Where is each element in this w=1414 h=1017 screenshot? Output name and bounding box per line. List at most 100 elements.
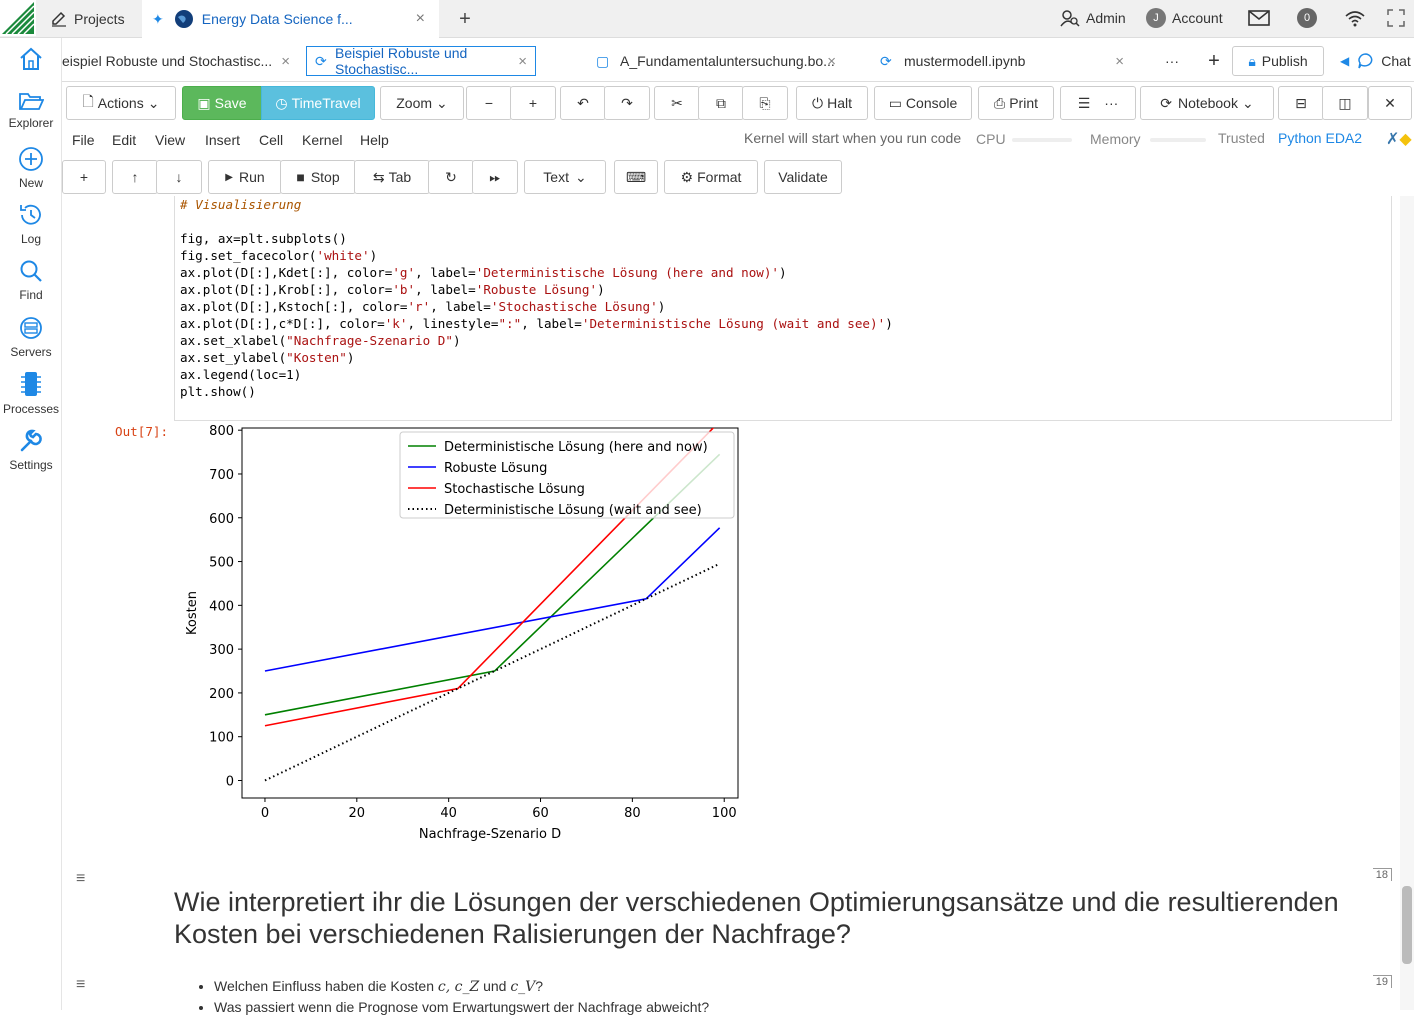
menu-file[interactable]: File [72,132,95,148]
sidebar-label-find: Find [19,288,43,302]
edit-icon [52,11,66,27]
code-comment: # Visualisierung [180,197,302,212]
split-vertical-button[interactable]: ◫ [1322,86,1368,120]
file-tab-3[interactable]: ▢ A_Fundamentaluntersuchung.bo... × [592,46,844,76]
menu-kernel[interactable]: Kernel [302,132,342,148]
more-tabs-button[interactable]: ··· [1162,46,1182,76]
file-tab-1[interactable]: eispiel Robuste und Stochastisc... × [62,46,298,76]
keyboard-icon: ⌨ [625,168,647,185]
sidebar-item-processes[interactable]: Processes [0,370,62,416]
menu-view[interactable]: View [155,132,185,148]
trusted-status[interactable]: Trusted [1218,130,1265,146]
cell-type-dropdown[interactable]: Text ⌄ [524,160,606,194]
legend-label: Stochastische Lösung [444,482,585,497]
zoom-in-button[interactable]: + [510,86,556,120]
save-button[interactable]: ▣ Save [182,86,262,120]
more-toolbar-button[interactable]: ☰ ··· [1060,86,1136,120]
tab-label: Tab [388,169,412,185]
scrollbar[interactable] [1400,196,1414,1010]
move-up-button[interactable]: ↑ [112,160,158,194]
y-tick-label: 800 [209,424,234,439]
admin-label: Admin [1086,10,1126,26]
menu-edit[interactable]: Edit [112,132,136,148]
jupyter-icon: ⟳ [880,52,892,69]
menu-insert[interactable]: Insert [205,132,240,148]
x-tick-label: 40 [440,806,457,821]
split-horizontal-button[interactable]: ⊟ [1278,86,1324,120]
run-button[interactable]: ▶ Run [208,160,282,194]
plus-icon: + [79,169,89,185]
undo-button[interactable]: ↶ [560,86,606,120]
sidebar-item-find[interactable]: Find [0,258,62,302]
project-tab-energy[interactable]: ✦ Energy Data Science f... × [142,0,439,38]
halt-button[interactable]: ⏻ Halt [796,86,868,120]
sidebar-item-explorer[interactable]: Explorer [0,90,62,130]
cut-button[interactable]: ✂ [654,86,700,120]
close-icon[interactable]: × [827,53,836,70]
zoom-out-button[interactable]: − [466,86,512,120]
sidebar-item-settings[interactable]: Settings [0,428,62,472]
cell-number: 19 [1372,975,1392,988]
code-cell[interactable]: # Visualisierung fig, ax=plt.subplots() … [174,196,1392,421]
chevron-down-icon: ⌄ [436,94,448,111]
halt-label: Halt [827,95,852,111]
file-tab-2-active[interactable]: ⟳ Beispiel Robuste und Stochastisc... × [306,45,536,77]
validate-button[interactable]: Validate [764,160,842,194]
zoom-dropdown[interactable]: Zoom ⌄ [380,86,464,120]
run-all-button[interactable]: ⏩︎ [472,160,518,194]
scrollbar-thumb[interactable] [1402,886,1412,964]
stop-button[interactable]: ■ Stop [280,160,356,194]
redo-button[interactable]: ↷ [604,86,650,120]
mail-icon[interactable] [1248,0,1270,36]
cell-menu-icon[interactable]: ≡ [76,870,85,888]
publish-button[interactable]: 🔒︎ Publish [1232,46,1324,76]
app-logo[interactable] [0,0,36,36]
file-tab-4[interactable]: ⟳ mustermodell.ipynb × [876,46,1132,76]
format-button[interactable]: ⚙ Format [664,160,758,194]
new-project-tab-button[interactable]: + [452,0,478,38]
close-frame-button[interactable]: ✕ [1368,86,1412,120]
chat-button[interactable]: ◀ Chat [1340,46,1414,76]
menu-cell[interactable]: Cell [259,132,283,148]
timetravel-button[interactable]: ◷ TimeTravel [261,86,375,120]
close-icon[interactable]: × [518,53,527,70]
notebook-dropdown[interactable]: ⟳ Notebook ⌄ [1140,86,1274,120]
fullscreen-icon[interactable] [1386,0,1406,36]
code-editor[interactable]: # Visualisierung fig, ax=plt.subplots() … [180,196,893,400]
insert-cell-button[interactable]: + [62,160,106,194]
close-icon[interactable]: × [416,10,425,28]
history-icon: ◷ [275,94,288,111]
notifications-button[interactable]: 0 [1297,0,1317,36]
projects-tab[interactable]: Projects [46,0,142,38]
close-icon[interactable]: × [1115,53,1124,70]
console-button[interactable]: ▭ Console [874,86,972,120]
menu-help[interactable]: Help [360,132,389,148]
actions-dropdown[interactable]: 🗋︎ Actions ⌄ [66,86,176,120]
sidebar-item-servers[interactable]: Servers [0,315,62,359]
paste-button[interactable]: ⎘ [742,86,788,120]
kernel-name[interactable]: Python EDA2 [1278,130,1362,146]
bullet-text: Welchen Einfluss haben die Kosten [214,978,438,994]
account-button[interactable]: J Account [1146,0,1223,36]
sidebar-item-new[interactable]: New [0,146,62,190]
redo-icon: ↷ [621,94,633,111]
cell-menu-icon[interactable]: ≡ [76,976,85,994]
save-label: Save [214,95,247,111]
y-tick-label: 0 [226,774,234,789]
move-down-button[interactable]: ↓ [156,160,202,194]
restart-button[interactable]: ↻ [428,160,474,194]
print-button[interactable]: ⎙ Print [978,86,1054,120]
tab-button[interactable]: ⇆ Tab [354,160,430,194]
sidebar-item-home[interactable] [0,46,62,76]
y-tick-label: 300 [209,643,234,658]
history-icon [20,204,41,225]
copy-button[interactable]: ⧉ [698,86,744,120]
keyboard-button[interactable]: ⌨ [614,160,658,194]
close-icon[interactable]: × [281,53,290,70]
sidebar-item-log[interactable]: Log [0,202,62,246]
notebook-area: # Visualisierung fig, ax=plt.subplots() … [62,196,1414,1015]
add-tab-button[interactable]: + [1202,46,1226,76]
admin-button[interactable]: Admin [1060,0,1126,36]
sidebar-label-settings: Settings [9,458,53,472]
minus-icon: − [484,95,494,111]
